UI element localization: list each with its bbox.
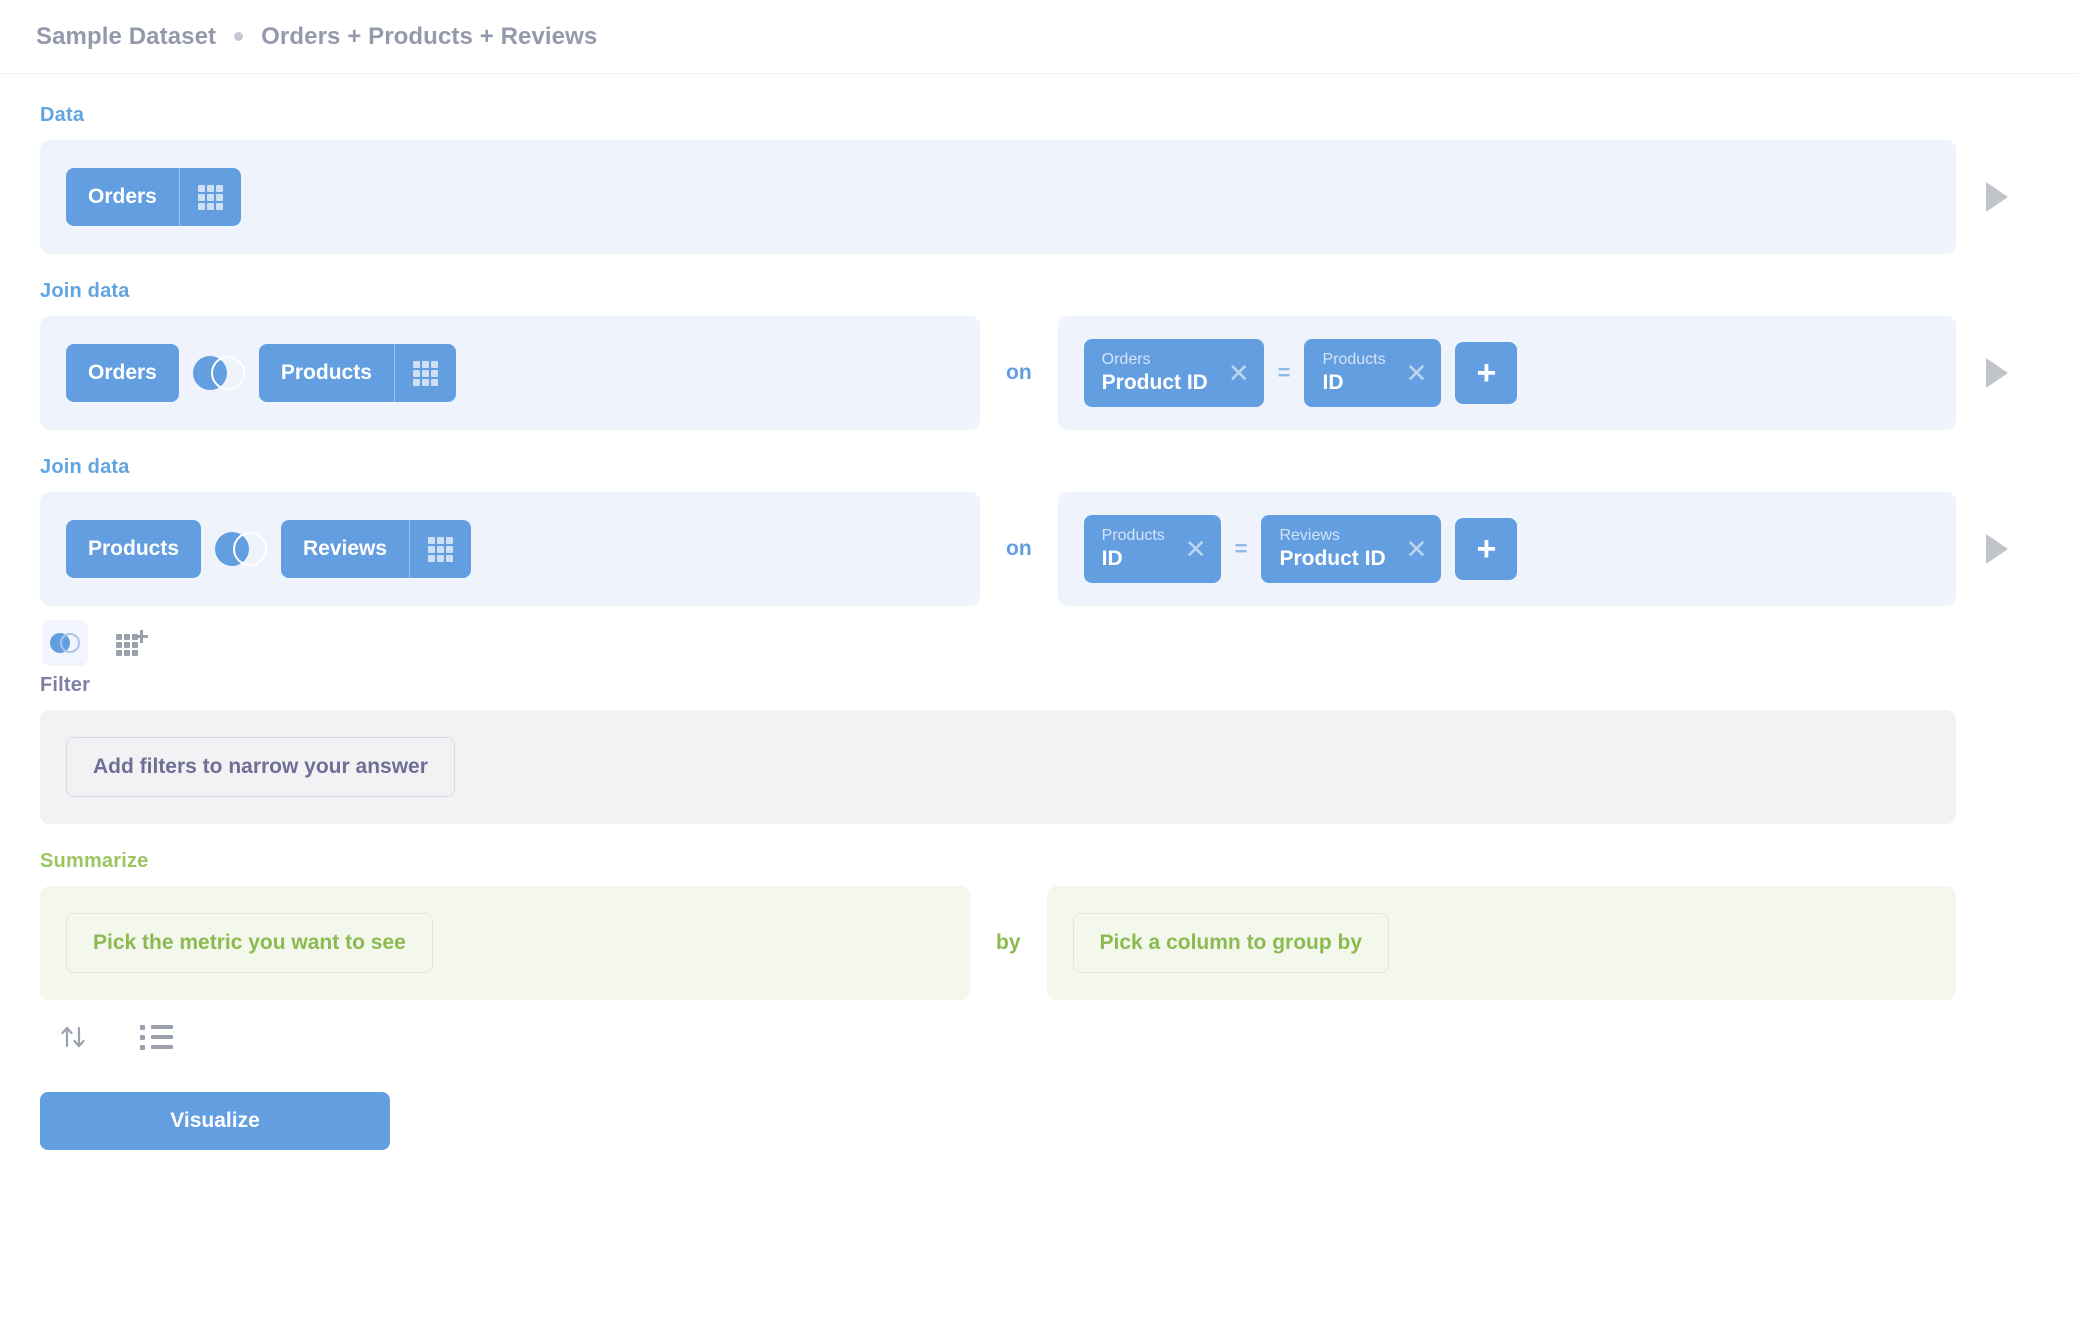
left-join-venn-icon[interactable] (215, 532, 268, 566)
join-venn-icon (50, 633, 80, 653)
plus-icon: + (1476, 353, 1497, 392)
add-row-limit-button[interactable] (140, 1024, 173, 1050)
join-2-left-condition-chip[interactable]: Products ID ✕ (1083, 515, 1221, 583)
join-1-left-table-label[interactable]: Orders (66, 344, 179, 402)
add-filter-button[interactable]: Add filters to narrow your answer (66, 737, 455, 797)
filter-step-row: Add filters to narrow your answer (40, 710, 2038, 824)
close-icon[interactable]: ✕ (1406, 536, 1428, 562)
add-data-button[interactable] (108, 620, 154, 666)
join-1-on-label: on (1006, 361, 1032, 384)
summarize-step-title: Summarize (40, 850, 149, 872)
join-2-left-condition-table: Products (1101, 526, 1165, 544)
plus-icon: + (1476, 529, 1497, 568)
join-1-condition-band: Orders Product ID ✕ = Products ID ✕ + (1057, 316, 1956, 430)
grid-plus-icon (116, 630, 148, 656)
summarize-metric-band: Pick the metric you want to see (40, 886, 970, 1000)
left-join-venn-icon[interactable] (192, 356, 245, 390)
join-2-tables-band: Products Reviews (40, 492, 980, 606)
filter-step-band: Add filters to narrow your answer (40, 710, 1956, 824)
join-2-add-condition-button[interactable]: + (1455, 518, 1518, 580)
data-step-row: Orders (40, 140, 2038, 254)
close-icon[interactable]: ✕ (1406, 360, 1428, 386)
join-2-right-table-label[interactable]: Reviews (281, 520, 409, 578)
table-grid-icon[interactable] (180, 168, 241, 226)
sort-arrows-icon (61, 1026, 85, 1048)
join-2-left-table-chip[interactable]: Products (66, 520, 202, 578)
step-data: Data Orders (40, 104, 2038, 254)
data-source-table-label[interactable]: Orders (66, 168, 179, 226)
breadcrumb-question-title[interactable]: Orders + Products + Reviews (261, 23, 597, 51)
join-2-operator: = (1234, 536, 1248, 561)
filter-step-title: Filter (40, 674, 91, 696)
breadcrumb-header: Sample Dataset Orders + Products + Revie… (0, 0, 2078, 74)
data-source-chip[interactable]: Orders (66, 168, 241, 226)
pick-metric-button[interactable]: Pick the metric you want to see (66, 913, 433, 973)
join-1-operator: = (1277, 360, 1291, 385)
summarize-step-actions (40, 1022, 2038, 1052)
join-2-right-condition-column: Product ID (1279, 546, 1386, 570)
pick-group-column-button[interactable]: Pick a column to group by (1072, 913, 1390, 973)
step-join-1: Join data Orders Products on Orders Prod… (40, 280, 2038, 430)
join-2-left-table-label[interactable]: Products (66, 520, 201, 578)
breadcrumb-database[interactable]: Sample Dataset (36, 23, 216, 51)
step-summarize: Summarize Pick the metric you want to se… (40, 850, 2038, 1052)
close-icon[interactable]: ✕ (1228, 360, 1250, 386)
join-2-condition-band: Products ID ✕ = Reviews Product ID ✕ + (1057, 492, 1956, 606)
join-1-title: Join data (40, 280, 130, 302)
join-1-tables-band: Orders Products (40, 316, 980, 430)
step-join-2: Join data Products Reviews on Products I… (40, 456, 2038, 666)
dot-separator-icon (234, 32, 244, 41)
join-1-left-condition-column: Product ID (1101, 370, 1208, 394)
play-preview-icon (1986, 182, 2008, 212)
join-1-left-table-chip[interactable]: Orders (66, 344, 179, 402)
join-1-left-condition-chip[interactable]: Orders Product ID ✕ (1083, 339, 1264, 407)
summarize-by-label: by (996, 931, 1021, 954)
add-sort-button[interactable] (58, 1022, 88, 1052)
play-preview-icon (1986, 534, 2008, 564)
join-1-right-table-chip[interactable]: Products (258, 344, 456, 402)
play-preview-icon (1986, 358, 2008, 388)
join-2-on-label: on (1006, 537, 1032, 560)
join-2-right-condition-chip[interactable]: Reviews Product ID ✕ (1261, 515, 1442, 583)
join-1-left-condition-table: Orders (1101, 350, 1151, 368)
step-filter: Filter Add filters to narrow your answer (40, 674, 2038, 824)
summarize-groupby-band: Pick a column to group by (1046, 886, 1956, 1000)
join-2-title: Join data (40, 456, 130, 478)
notebook-steps: Data Orders Join data Orders Products on… (0, 74, 2078, 1052)
summarize-step-row: Pick the metric you want to see by Pick … (40, 886, 2038, 1000)
notebook-editor-page: Sample Dataset Orders + Products + Revie… (0, 0, 2078, 1334)
add-join-button[interactable] (42, 620, 88, 666)
join-2-right-condition-table: Reviews (1279, 526, 1340, 544)
visualize-button[interactable]: Visualize (40, 1092, 390, 1150)
join-step-actions (40, 620, 2038, 666)
row-limit-list-icon (140, 1024, 173, 1030)
table-grid-icon[interactable] (395, 344, 456, 402)
join-2-left-condition-column: ID (1101, 546, 1123, 570)
join-2-preview-button[interactable] (1956, 492, 2038, 606)
join-1-add-condition-button[interactable]: + (1455, 342, 1518, 404)
join-1-right-condition-column: ID (1322, 370, 1344, 394)
data-step-band: Orders (40, 140, 1956, 254)
filter-preview-spacer (1956, 710, 2038, 824)
data-step-preview-button[interactable] (1956, 140, 2038, 254)
join-1-row: Orders Products on Orders Product ID ✕ =… (40, 316, 2038, 430)
summarize-preview-spacer (1956, 886, 2038, 1000)
table-grid-icon[interactable] (410, 520, 471, 578)
join-1-preview-button[interactable] (1956, 316, 2038, 430)
data-step-title: Data (40, 104, 85, 126)
join-1-right-condition-chip[interactable]: Products ID ✕ (1304, 339, 1442, 407)
join-1-right-condition-table: Products (1322, 350, 1386, 368)
join-2-right-table-chip[interactable]: Reviews (281, 520, 472, 578)
join-2-row: Products Reviews on Products ID ✕ = Revi… (40, 492, 2038, 606)
join-1-right-table-label[interactable]: Products (259, 344, 394, 402)
close-icon[interactable]: ✕ (1185, 536, 1207, 562)
